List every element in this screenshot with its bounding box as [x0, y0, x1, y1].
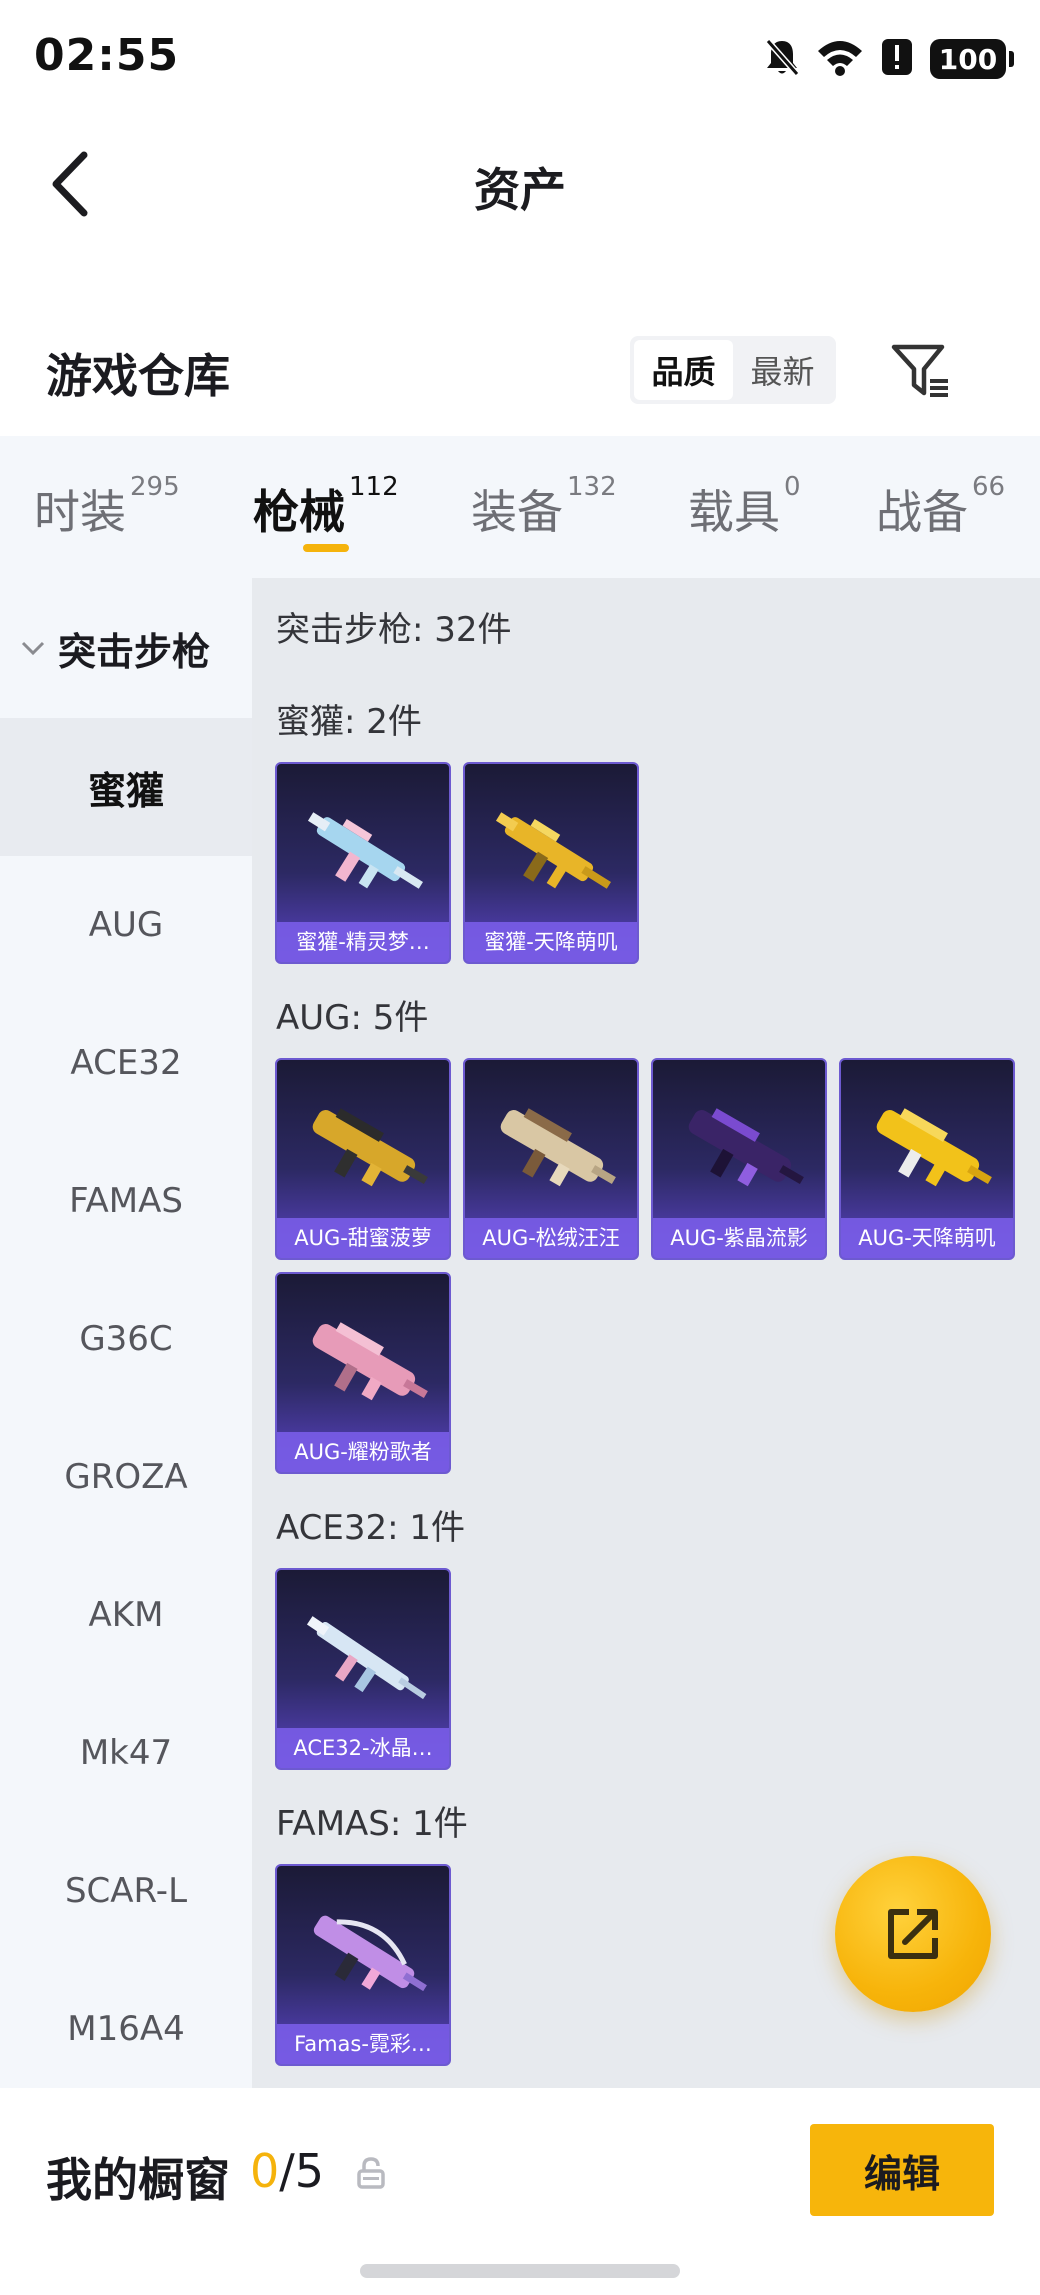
section-title: 蜜獾: 2件	[276, 702, 422, 742]
section-title: FAMAS: 1件	[276, 1804, 468, 1844]
weapon-skin-name: 蜜獾-天降萌叽	[465, 922, 637, 962]
weapon-skin-name: ACE32-冰晶…	[277, 1728, 449, 1768]
tab-label: 枪械	[253, 485, 345, 539]
lock-icon	[357, 2157, 385, 2189]
weapon-skin-card[interactable]: AUG-天降萌叽	[839, 1058, 1015, 1260]
sidebar-item-m16a4[interactable]: M16A4	[0, 1960, 252, 2088]
tab-count: 132	[567, 472, 617, 502]
tab-fashion[interactable]: 时装 295	[34, 472, 180, 556]
weapon-image-icon	[500, 1108, 616, 1187]
weapon-skin-name: AUG-紫晶流影	[653, 1218, 825, 1258]
home-indicator[interactable]	[360, 2264, 680, 2278]
sidebar-item-groza[interactable]: GROZA	[0, 1408, 252, 1546]
warehouse-title: 游戏仓库	[46, 349, 230, 403]
sidebar-item-aug[interactable]: AUG	[0, 856, 252, 994]
showcase-bar: 我的橱窗 0/5 编辑	[0, 2088, 1040, 2295]
weapon-image-icon	[688, 1108, 804, 1187]
share-button[interactable]	[835, 1856, 991, 2012]
wifi-icon	[816, 37, 864, 81]
weapon-image-icon	[876, 1108, 992, 1187]
category-tabs: 时装 295 枪械 112 装备 132 载具 0 战备 66	[0, 436, 1040, 578]
sidebar-item-g36c[interactable]: G36C	[0, 1270, 252, 1408]
assets-page: 02:55 100 资产 游戏仓库 品质 最新 时装 295 枪械 112 装备…	[0, 0, 1040, 2295]
weapon-skin-name: AUG-天降萌叽	[841, 1218, 1013, 1258]
sort-toggle: 品质 最新	[630, 336, 836, 404]
share-external-icon	[888, 1909, 938, 1959]
sidebar-item-famas[interactable]: FAMAS	[0, 1132, 252, 1270]
tab-vehicles[interactable]: 载具 0	[688, 472, 801, 556]
chevron-down-icon	[21, 641, 45, 656]
tab-label: 战备	[876, 485, 968, 539]
active-tab-indicator	[303, 544, 349, 552]
tab-label: 装备	[471, 485, 563, 539]
page-title: 资产	[474, 163, 566, 217]
weapon-skin-name: 蜜獾-精灵梦…	[277, 922, 449, 962]
sort-latest-option[interactable]: 最新	[733, 340, 832, 400]
weapon-skin-card[interactable]: AUG-松绒汪汪	[463, 1058, 639, 1260]
weapon-skin-name: AUG-耀粉歌者	[277, 1432, 449, 1472]
filter-button[interactable]	[886, 338, 956, 404]
section-title: ACE32: 1件	[276, 1508, 466, 1548]
edit-button[interactable]: 编辑	[810, 2124, 994, 2216]
status-time: 02:55	[34, 30, 180, 81]
weapon-image-icon	[495, 812, 611, 889]
weapon-skin-card[interactable]: AUG-紫晶流影	[651, 1058, 827, 1260]
showcase-count-current: 0	[250, 2144, 280, 2198]
showcase-count: 0/5	[250, 2144, 324, 2198]
sidebar-item-ace32[interactable]: ACE32	[0, 994, 252, 1132]
weapon-type-sidebar: 突击步枪 蜜獾 AUG ACE32 FAMAS G36C GROZA AKM M…	[0, 578, 252, 2088]
battery-indicator: 100	[930, 39, 1014, 79]
showcase-label: 我的橱窗	[46, 2153, 230, 2207]
sidebar-item-mk47[interactable]: Mk47	[0, 1684, 252, 1822]
weapon-image-icon	[307, 812, 423, 889]
tab-count: 0	[784, 472, 801, 502]
nav-bar: 资产	[0, 120, 1040, 250]
bell-muted-icon	[764, 37, 800, 81]
section-title: AUG: 5件	[276, 998, 429, 1038]
status-icons: 100	[764, 36, 1014, 82]
tab-count: 295	[130, 472, 180, 502]
alert-icon	[880, 37, 914, 81]
weapon-image-icon	[312, 1322, 428, 1401]
filter-icon	[891, 344, 948, 397]
tab-equipment[interactable]: 装备 132	[471, 472, 617, 556]
weapon-skin-card[interactable]: 蜜獾-精灵梦…	[275, 762, 451, 964]
showcase-count-total: /5	[279, 2144, 325, 2198]
weapon-skin-name: Famas-霓彩…	[277, 2024, 449, 2064]
tab-count: 66	[972, 472, 1006, 502]
sidebar-group-label: 突击步枪	[58, 629, 211, 674]
weapon-skin-card[interactable]: Famas-霓彩…	[275, 1864, 451, 2066]
weapon-skin-name: AUG-松绒汪汪	[465, 1218, 637, 1258]
tab-supplies[interactable]: 战备 66	[876, 472, 1005, 556]
weapon-skin-card[interactable]: 蜜獾-天降萌叽	[463, 762, 639, 964]
weapon-skin-name: AUG-甜蜜菠萝	[277, 1218, 449, 1258]
sort-quality-option[interactable]: 品质	[634, 340, 733, 400]
tab-label: 时装	[34, 485, 126, 539]
weapon-image-icon	[313, 1915, 427, 1992]
weapon-skin-card[interactable]: ACE32-冰晶…	[275, 1568, 451, 1770]
category-summary: 突击步枪: 32件	[276, 610, 512, 650]
weapon-image-icon	[312, 1108, 428, 1187]
tab-count: 112	[349, 472, 399, 502]
weapon-skin-card[interactable]: AUG-甜蜜菠萝	[275, 1058, 451, 1260]
sidebar-item-akm[interactable]: AKM	[0, 1546, 252, 1684]
weapon-image-icon	[306, 1616, 427, 1700]
sidebar-item-honey-badger[interactable]: 蜜獾	[0, 718, 252, 856]
sidebar-group-assault-rifles[interactable]: 突击步枪	[0, 578, 252, 718]
tab-label: 载具	[688, 485, 780, 539]
weapon-skin-card[interactable]: AUG-耀粉歌者	[275, 1272, 451, 1474]
sidebar-item-scar-l[interactable]: SCAR-L	[0, 1822, 252, 1960]
status-bar: 02:55 100	[0, 0, 1040, 120]
